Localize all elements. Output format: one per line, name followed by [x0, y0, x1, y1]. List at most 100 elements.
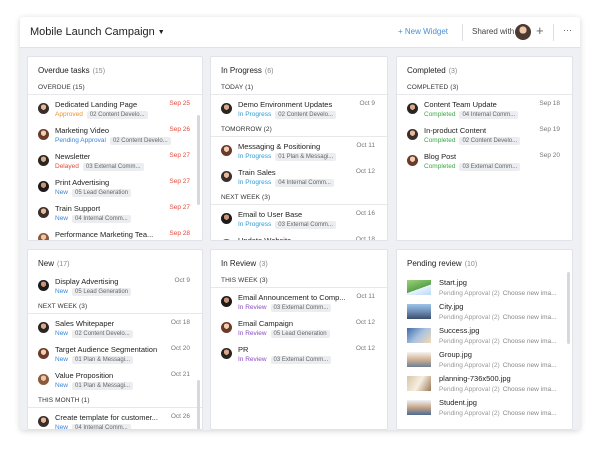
pending-action[interactable]: Choose new ima... — [503, 314, 557, 321]
task-name[interactable]: Value Proposition — [55, 371, 113, 380]
task-name[interactable]: Email to User Base — [238, 210, 302, 219]
task-name[interactable]: Performance Marketing Tea... — [55, 230, 153, 239]
task-row[interactable]: Marketing Video Sep 26 Pending Approval 02 … — [28, 123, 202, 149]
project-tag[interactable]: 02 Content Develo... — [275, 111, 336, 119]
section-header: THIS WEEK (3) — [211, 274, 387, 288]
task-row[interactable]: In-product Content Sep 19 Completed 02 Cont… — [397, 123, 572, 149]
image-thumbnail[interactable] — [407, 304, 431, 319]
project-tag[interactable]: 04 Internal Comm... — [275, 179, 334, 187]
review-item[interactable]: Success.jpg Pending Approval (2) Choose ne… — [397, 324, 572, 348]
project-tag[interactable]: 03 External Comm... — [270, 356, 332, 364]
new-widget-button[interactable]: + New Widget — [398, 27, 448, 36]
task-row[interactable]: PR Oct 12 In Review 03 External Comm... — [211, 342, 387, 368]
scrollbar[interactable] — [197, 115, 200, 205]
task-row[interactable]: Content Team Update Sep 18 Completed 04 Int… — [397, 97, 572, 123]
pending-action[interactable]: Choose new ima... — [503, 290, 557, 297]
task-row[interactable]: Blog Post Sep 20 Completed 03 External Comm… — [397, 149, 572, 175]
task-name[interactable]: Target Audience Segmentation — [55, 345, 157, 354]
project-tag[interactable]: 04 Internal Comm... — [72, 424, 131, 429]
task-name[interactable]: Email Announcement to Comp... — [238, 293, 346, 302]
task-name[interactable]: Sales Whitepaper — [55, 319, 114, 328]
task-row[interactable]: Performance Marketing Tea...Sep 28New04 … — [28, 227, 202, 240]
task-row[interactable]: Display Advertising Oct 9 New 05 Lead Gener… — [28, 274, 202, 300]
divider — [462, 24, 463, 41]
task-name[interactable]: Newsletter — [55, 152, 90, 161]
task-name[interactable]: Display Advertising — [55, 277, 118, 286]
file-name[interactable]: Start.jpg — [439, 278, 467, 287]
review-item[interactable]: Start.jpg Pending Approval (2) Choose new … — [397, 276, 572, 300]
pending-action[interactable]: Choose new ima... — [503, 410, 557, 417]
task-name[interactable]: Dedicated Landing Page — [55, 100, 137, 109]
task-name[interactable]: Marketing Video — [55, 126, 109, 135]
task-row[interactable]: Create template for customer... Oct 26 New… — [28, 410, 202, 429]
task-row[interactable]: Print Advertising Sep 27 New 05 Lead Genera… — [28, 175, 202, 201]
project-tag[interactable]: 05 Lead Generation — [72, 288, 132, 296]
more-options-icon[interactable]: ··· — [563, 25, 572, 35]
task-row[interactable]: Email Campaign Oct 12 In Review 05 Lead Gen… — [211, 316, 387, 342]
task-row[interactable]: Dedicated Landing Page Sep 25 Approved 02 C… — [28, 97, 202, 123]
panel-title: In Progress (6) — [221, 66, 274, 75]
project-tag[interactable]: 03 External Comm... — [270, 304, 332, 312]
file-name[interactable]: Success.jpg — [439, 326, 479, 335]
file-name[interactable]: Group.jpg — [439, 350, 472, 359]
project-title-dropdown[interactable]: Mobile Launch Campaign ▼ — [30, 26, 165, 38]
task-row[interactable]: Messaging & Positioning Oct 11 In Progress… — [211, 139, 387, 165]
task-row[interactable]: Value Proposition Oct 21 New 01 Plan & Mess… — [28, 368, 202, 394]
task-due-date: Sep 27 — [169, 152, 190, 159]
task-row[interactable]: Target Audience Segmentation Oct 20 New 01 … — [28, 342, 202, 368]
review-item[interactable]: Group.jpg Pending Approval (2) Choose new … — [397, 348, 572, 372]
project-tag[interactable]: 02 Content Develo... — [459, 137, 521, 145]
image-thumbnail[interactable] — [407, 328, 431, 343]
scrollbar[interactable] — [567, 272, 570, 344]
task-row[interactable]: Email Announcement to Comp... Oct 11 In Re… — [211, 290, 387, 316]
project-tag[interactable]: 05 Lead Generation — [270, 330, 330, 338]
task-row[interactable]: Demo Environment Updates Oct 9 In Progress… — [211, 97, 387, 123]
task-row[interactable]: Newsletter Sep 27 Delayed 03 External Comm.… — [28, 149, 202, 175]
image-thumbnail[interactable] — [407, 376, 431, 391]
task-name[interactable]: Content Team Update — [424, 100, 497, 109]
task-row[interactable]: Train Support Sep 27 New 04 Internal Comm..… — [28, 201, 202, 227]
task-row[interactable]: Update WebsiteOct 18In Progress02 Conten… — [211, 233, 387, 240]
pending-action[interactable]: Choose new ima... — [503, 362, 557, 369]
file-name[interactable]: Student.jpg — [439, 398, 477, 407]
project-tag[interactable]: 02 Content Develo... — [72, 330, 133, 338]
project-tag[interactable]: 04 Internal Comm... — [72, 215, 131, 223]
project-tag[interactable]: 05 Lead Generation — [72, 189, 132, 197]
project-tag[interactable]: 03 External Comm... — [82, 163, 144, 171]
task-name[interactable]: Train Support — [55, 204, 100, 213]
task-name[interactable]: PR — [238, 345, 248, 354]
review-item[interactable]: City.jpg Pending Approval (2) Choose new i… — [397, 300, 572, 324]
project-tag[interactable]: 02 Content Develo... — [109, 137, 171, 145]
project-tag[interactable]: 02 Content Develo... — [86, 111, 148, 119]
review-item[interactable]: Student.jpg Pending Approval (2) Choose ne… — [397, 396, 572, 420]
file-name[interactable]: planning-736x500.jpg — [439, 374, 511, 383]
pending-action[interactable]: Choose new ima... — [503, 386, 557, 393]
scrollbar[interactable] — [197, 380, 200, 429]
task-name[interactable]: Update Website — [238, 236, 291, 240]
task-name[interactable]: In-product Content — [424, 126, 486, 135]
add-collaborator-button[interactable]: + — [536, 23, 544, 38]
task-name[interactable]: Train Sales — [238, 168, 276, 177]
avatar[interactable] — [515, 24, 531, 40]
file-name[interactable]: City.jpg — [439, 302, 463, 311]
project-tag[interactable]: 04 Internal Comm... — [459, 111, 519, 119]
project-tag[interactable]: 01 Plan & Messagi... — [72, 382, 134, 390]
image-thumbnail[interactable] — [407, 400, 431, 415]
task-name[interactable]: Messaging & Positioning — [238, 142, 320, 151]
image-thumbnail[interactable] — [407, 280, 431, 295]
project-tag[interactable]: 01 Plan & Messagi... — [275, 153, 337, 161]
task-name[interactable]: Print Advertising — [55, 178, 109, 187]
pending-action[interactable]: Choose new ima... — [503, 338, 557, 345]
task-name[interactable]: Create template for customer... — [55, 413, 158, 422]
task-row[interactable]: Sales Whitepaper Oct 18 New 02 Content Deve… — [28, 316, 202, 342]
task-row[interactable]: Train Sales Oct 12 In Progress 04 Internal … — [211, 165, 387, 191]
task-row[interactable]: Email to User Base Oct 16 In Progress 03 Ex… — [211, 207, 387, 233]
project-tag[interactable]: 03 External Comm... — [459, 163, 521, 171]
project-tag[interactable]: 03 External Comm... — [275, 221, 336, 229]
image-thumbnail[interactable] — [407, 352, 431, 367]
task-name[interactable]: Blog Post — [424, 152, 456, 161]
task-name[interactable]: Email Campaign — [238, 319, 293, 328]
review-item[interactable]: planning-736x500.jpg Pending Approval (2)… — [397, 372, 572, 396]
project-tag[interactable]: 01 Plan & Messagi... — [72, 356, 134, 364]
task-name[interactable]: Demo Environment Updates — [238, 100, 332, 109]
